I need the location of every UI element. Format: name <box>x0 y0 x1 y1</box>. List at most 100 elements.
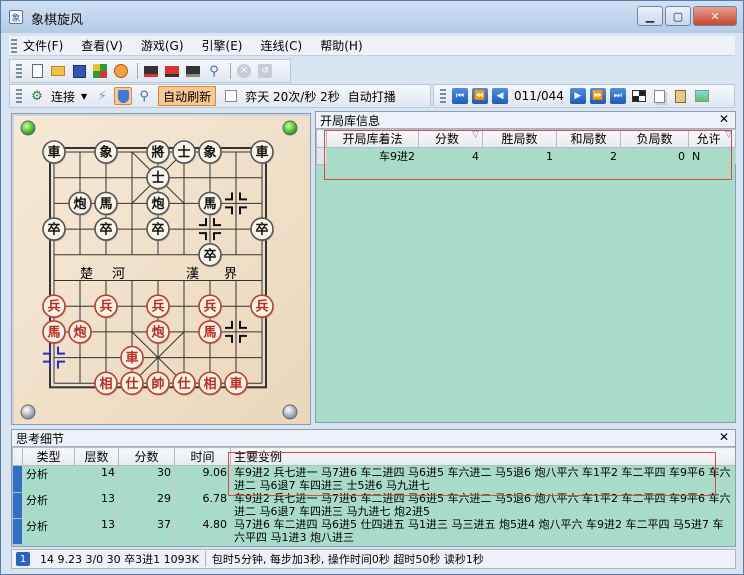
auto-refresh-toggle[interactable]: 自动刷新 <box>158 86 217 106</box>
black-piece[interactable]: 卒 <box>198 243 222 268</box>
new-file-button[interactable] <box>28 62 46 80</box>
shield-button[interactable] <box>114 87 133 105</box>
piece-label: 炮 <box>73 196 86 212</box>
fast-forward-icon: ⏩ <box>592 91 604 101</box>
column-header-type[interactable]: 类型 <box>22 447 75 466</box>
connect-icon-button[interactable]: ⚙ <box>28 87 46 105</box>
red-piece[interactable]: 兵 <box>250 294 274 319</box>
column-header-allow[interactable]: 允许 ▽ <box>688 129 736 148</box>
red-piece[interactable]: 相 <box>94 371 118 396</box>
toolbar-separator <box>137 63 138 79</box>
column-header-losses[interactable]: 负局数 <box>620 129 689 148</box>
black-piece[interactable]: 士 <box>146 165 170 191</box>
red-piece[interactable]: 兵 <box>42 294 66 319</box>
red-piece[interactable]: 馬 <box>42 320 66 345</box>
red-piece[interactable]: 相 <box>198 371 222 396</box>
black-piece[interactable]: 象 <box>94 140 118 165</box>
chess-board[interactable]: 楚 河 漢 界 車象將士象車士炮馬炮馬卒卒卒卒卒兵兵兵兵兵馬炮炮馬車相仕帥仕相車 <box>12 114 312 426</box>
close-icon[interactable]: ✕ <box>719 430 729 444</box>
refresh-button[interactable] <box>222 87 240 105</box>
column-header-depth[interactable]: 层数 <box>74 447 119 466</box>
menu-view[interactable]: 查看(V) <box>81 37 123 54</box>
red-piece[interactable]: 馬 <box>198 320 222 345</box>
black-piece[interactable]: 卒 <box>94 217 118 242</box>
monitor-both-icon <box>165 65 179 77</box>
paste-button[interactable] <box>672 87 690 105</box>
cell-principal-variation: 车9进2 兵七进一 马7进6 车二进四 马6进5 车六进二 马5退6 炮八平六 … <box>230 465 735 492</box>
red-piece[interactable]: 兵 <box>146 294 170 319</box>
black-piece[interactable]: 卒 <box>42 217 66 242</box>
export-image-button[interactable] <box>693 87 711 105</box>
save-button[interactable] <box>70 62 88 80</box>
cell-depth: 14 <box>74 465 119 492</box>
lookup-button[interactable]: ⚲ <box>135 87 153 105</box>
black-piece[interactable]: 車 <box>250 140 274 165</box>
auto-play-button[interactable]: 自动打播 <box>348 88 396 105</box>
stop-button[interactable]: ✕ <box>235 62 253 80</box>
prev-move-button[interactable]: ◀ <box>492 88 508 104</box>
black-piece[interactable]: 卒 <box>146 217 170 242</box>
analysis-row[interactable]: 分析 13 37 4.80 马7进6 车二进四 马6进5 仕四进五 马1进三 马… <box>12 517 735 545</box>
black-piece[interactable]: 卒 <box>250 217 274 242</box>
undo-button[interactable]: ↺ <box>256 62 274 80</box>
black-piece[interactable]: 將 <box>146 140 170 165</box>
minimize-button[interactable]: ▁ <box>637 6 663 26</box>
column-header-time[interactable]: 时间 <box>174 447 231 466</box>
next-fast-button[interactable]: ⏩ <box>589 88 606 104</box>
black-piece[interactable]: 馬 <box>94 191 118 216</box>
column-header-draws[interactable]: 和局数 <box>556 129 621 148</box>
red-piece[interactable]: 仕 <box>172 371 196 396</box>
black-piece[interactable]: 象 <box>198 140 222 165</box>
column-header-score[interactable]: 分数 <box>118 447 175 466</box>
red-piece[interactable]: 兵 <box>198 294 222 319</box>
black-piece[interactable]: 馬 <box>198 191 222 216</box>
copy-button[interactable] <box>651 87 669 105</box>
column-header-score[interactable]: 分数 ▽ <box>418 129 483 148</box>
red-piece[interactable]: 兵 <box>94 294 118 319</box>
column-header-pv[interactable]: 主要变例 <box>230 447 735 466</box>
red-piece[interactable]: 車 <box>224 371 248 396</box>
close-icon[interactable]: ✕ <box>719 112 729 126</box>
analysis-row[interactable]: 分析 13 29 6.78 车9进2 兵七进一 马7进6 车二进四 马6进5 车… <box>12 491 735 519</box>
engine-red-button[interactable] <box>142 62 160 80</box>
maximize-button[interactable]: ▢ <box>665 6 691 26</box>
red-piece[interactable]: 車 <box>120 345 144 371</box>
cell-wins: 1 <box>482 147 557 164</box>
last-move-button[interactable]: ⏭ <box>609 88 626 104</box>
black-piece[interactable]: 炮 <box>146 191 170 216</box>
menu-engine[interactable]: 引擎(E) <box>202 37 243 54</box>
analysis-row[interactable]: 分析 14 30 9.06 车9进2 兵七进一 马7进6 车二进四 马6进5 车… <box>12 465 735 493</box>
menu-file[interactable]: 文件(F) <box>23 37 63 54</box>
black-piece[interactable]: 士 <box>172 140 196 165</box>
black-piece[interactable]: 車 <box>42 140 66 165</box>
red-piece[interactable]: 炮 <box>146 320 170 345</box>
engine-both-button[interactable] <box>163 62 181 80</box>
clock-button[interactable] <box>112 62 130 80</box>
folder-icon <box>51 66 65 76</box>
next-move-button[interactable]: ▶ <box>569 88 586 104</box>
board-setup-button[interactable] <box>91 62 109 80</box>
search-button[interactable]: ⚲ <box>205 62 223 80</box>
close-button[interactable]: ✕ <box>693 6 737 26</box>
red-piece[interactable]: 帥 <box>146 371 170 396</box>
engine-black-button[interactable] <box>184 62 202 80</box>
menu-connect[interactable]: 连线(C) <box>260 37 302 54</box>
first-move-button[interactable]: ⏮ <box>452 88 468 104</box>
menu-game[interactable]: 游戏(G) <box>141 37 184 54</box>
piece-label: 車 <box>47 145 60 161</box>
prev-fast-button[interactable]: ⏪ <box>472 88 488 104</box>
connect-dropdown[interactable]: 连接 <box>51 88 75 105</box>
column-header-move[interactable]: 开局库着法 <box>326 129 419 148</box>
window-title: 象棋旋风 <box>31 13 84 28</box>
black-piece[interactable]: 炮 <box>68 191 92 216</box>
finish-flag-button[interactable] <box>630 87 648 105</box>
red-piece[interactable]: 炮 <box>68 320 92 345</box>
auto-connect-button[interactable]: ⚡ <box>93 87 111 105</box>
piece-label: 卒 <box>47 222 60 238</box>
menu-help[interactable]: 帮助(H) <box>320 37 362 54</box>
opening-book-row[interactable]: 车9进2 4 1 2 0 N <box>316 147 736 165</box>
red-piece[interactable]: 仕 <box>120 371 144 396</box>
open-file-button[interactable] <box>49 62 67 80</box>
column-header-wins[interactable]: 胜局数 <box>482 129 557 148</box>
river-text-he: 河 <box>112 267 125 282</box>
